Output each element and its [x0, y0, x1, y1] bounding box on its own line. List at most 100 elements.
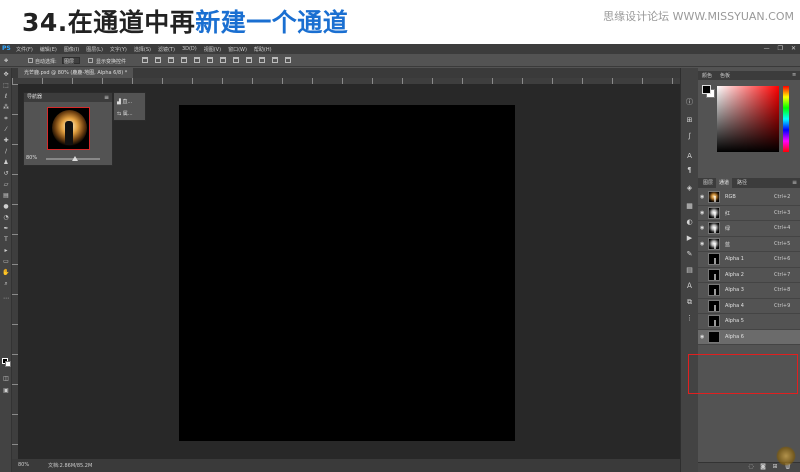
path-select-tool-icon[interactable]: ▸	[2, 248, 10, 254]
new-channel-icon[interactable]: ⊞	[772, 464, 778, 470]
align-top-icon[interactable]	[142, 57, 148, 63]
panel-menu-icon[interactable]: ≡	[792, 178, 797, 188]
channel-row-red[interactable]: ◉ 红 Ctrl+3	[698, 206, 800, 221]
align-hcenter-icon[interactable]	[194, 57, 200, 63]
channel-row-alpha-4[interactable]: Alpha 4 Ctrl+9	[698, 299, 800, 314]
auto-select-checkbox[interactable]	[28, 58, 33, 63]
status-zoom[interactable]: 80%	[18, 462, 29, 468]
hand-tool-icon[interactable]: ✋	[2, 270, 10, 276]
tab-layers[interactable]: 图层	[700, 178, 716, 188]
channel-row-alpha-1[interactable]: Alpha 1 Ctrl+6	[698, 252, 800, 268]
menu-image[interactable]: 图像(I)	[64, 46, 79, 53]
align-vcenter-icon[interactable]	[155, 57, 161, 63]
eyedropper-tool-icon[interactable]: ⁄	[2, 127, 10, 133]
menu-file[interactable]: 文件(F)	[16, 46, 33, 53]
brush-tool-icon[interactable]: ∕	[2, 149, 10, 155]
libraries-icon[interactable]: ▦	[685, 202, 694, 210]
healing-tool-icon[interactable]: ✚	[2, 138, 10, 144]
distribute-top-icon[interactable]	[220, 57, 226, 63]
tab-paths[interactable]: 路径	[734, 178, 750, 188]
tab-channels[interactable]: 通道	[716, 178, 733, 188]
eraser-tool-icon[interactable]: ▱	[2, 182, 10, 188]
align-left-icon[interactable]	[181, 57, 187, 63]
navigator-title[interactable]: 导航器	[27, 94, 42, 100]
navigator-zoom-slider[interactable]	[46, 156, 100, 161]
menu-3d[interactable]: 3D(D)	[182, 46, 197, 53]
clone-source-icon[interactable]: ⊞	[685, 116, 694, 124]
menu-select[interactable]: 选择(S)	[134, 46, 151, 53]
show-transform-checkbox[interactable]	[88, 58, 93, 63]
dodge-tool-icon[interactable]: ◔	[2, 215, 10, 221]
panel-menu-icon[interactable]: ≡	[792, 72, 796, 78]
notes-icon[interactable]: ▤	[685, 266, 694, 274]
gradient-tool-icon[interactable]: ▤	[2, 193, 10, 199]
align-bottom-icon[interactable]	[168, 57, 174, 63]
minimize-button[interactable]: —	[764, 45, 770, 52]
channel-row-green[interactable]: ◉ 绿 Ctrl+4	[698, 221, 800, 237]
color-field[interactable]	[717, 86, 779, 152]
menu-filter[interactable]: 滤镜(T)	[158, 46, 175, 53]
menu-window[interactable]: 窗口(W)	[228, 46, 247, 53]
eye-icon[interactable]: ◉	[700, 210, 707, 216]
stamp-tool-icon[interactable]: ♟	[2, 160, 10, 166]
load-selection-icon[interactable]: ◌	[748, 464, 754, 470]
history-brush-tool-icon[interactable]: ↺	[2, 171, 10, 177]
channel-row-alpha-5[interactable]: Alpha 5	[698, 314, 800, 330]
channel-row-rgb[interactable]: ◉ RGB Ctrl+2	[698, 190, 800, 206]
shape-tool-icon[interactable]: ▭	[2, 259, 10, 265]
blur-tool-icon[interactable]: ●	[2, 204, 10, 210]
background-color-swatch[interactable]	[5, 361, 11, 367]
menu-help[interactable]: 帮助(H)	[254, 46, 272, 53]
menu-type[interactable]: 文字(Y)	[110, 46, 127, 53]
3d-icon[interactable]: ◈	[685, 184, 694, 192]
paragraph-icon[interactable]: ¶	[685, 166, 694, 174]
properties-row[interactable]: ⇆ 属...	[117, 110, 133, 117]
distribute-right-icon[interactable]	[285, 57, 291, 63]
eye-icon[interactable]: ◉	[700, 194, 707, 200]
distribute-hcenter-icon[interactable]	[272, 57, 278, 63]
save-selection-icon[interactable]: ◙	[760, 464, 766, 470]
quick-mask-icon[interactable]: ◫	[2, 376, 10, 382]
distribute-left-icon[interactable]	[259, 57, 265, 63]
brush-preset-icon[interactable]: ∫	[685, 132, 694, 140]
info-icon[interactable]: ⓘ	[685, 98, 694, 106]
channel-row-blue[interactable]: ◉ 蓝 Ctrl+5	[698, 237, 800, 252]
crop-tool-icon[interactable]: ⌗	[2, 116, 10, 122]
magic-wand-tool-icon[interactable]: ⁂	[2, 105, 10, 111]
slider-knob-icon[interactable]	[72, 156, 78, 161]
timeline-icon[interactable]: ⋮	[685, 314, 694, 322]
screen-mode-icon[interactable]: ▣	[2, 388, 10, 394]
more-tools-icon[interactable]: ⋯	[2, 296, 10, 302]
restore-button[interactable]: ❐	[778, 45, 783, 52]
layer-comps-icon[interactable]: ⧉	[685, 298, 694, 306]
histogram-row[interactable]: ▟ 直...	[117, 98, 132, 105]
eye-icon[interactable]: ◉	[700, 241, 707, 247]
adjustments-icon[interactable]: ◐	[685, 218, 694, 226]
lasso-tool-icon[interactable]: ℓ	[2, 94, 10, 100]
tab-swatches[interactable]: 色板	[720, 72, 730, 79]
zoom-tool-icon[interactable]: ⌕	[2, 281, 10, 287]
move-tool-icon[interactable]: ✥	[2, 72, 10, 78]
channel-row-alpha-3[interactable]: Alpha 3 Ctrl+8	[698, 283, 800, 299]
close-button[interactable]: ✕	[791, 45, 796, 52]
distribute-bottom-icon[interactable]	[246, 57, 252, 63]
type-tool-icon[interactable]: T	[2, 237, 10, 243]
channel-row-alpha-6[interactable]: ◉ Alpha 6	[698, 329, 800, 345]
foreground-color-swatch[interactable]	[702, 85, 711, 94]
document-canvas[interactable]	[179, 105, 515, 441]
channel-row-alpha-2[interactable]: Alpha 2 Ctrl+7	[698, 268, 800, 283]
pen-tool-icon[interactable]: ✒	[2, 226, 10, 232]
character-icon[interactable]: A	[685, 152, 694, 160]
tool-presets-icon[interactable]: ✎	[685, 250, 694, 258]
hue-slider[interactable]	[783, 86, 789, 152]
document-tab[interactable]: 光芒鹿.psd @ 80% (鹿鹿-地图, Alpha 6/8) *	[18, 68, 134, 78]
navigator-preview[interactable]	[47, 107, 90, 150]
distribute-vcenter-icon[interactable]	[233, 57, 239, 63]
align-right-icon[interactable]	[207, 57, 213, 63]
menu-edit[interactable]: 编辑(E)	[40, 46, 57, 53]
menu-layer[interactable]: 图层(L)	[86, 46, 103, 53]
eye-icon[interactable]: ◉	[700, 334, 707, 340]
marquee-tool-icon[interactable]: ⬚	[2, 83, 10, 89]
eye-icon[interactable]: ◉	[700, 225, 707, 231]
glyphs-icon[interactable]: Ａ	[685, 282, 694, 290]
